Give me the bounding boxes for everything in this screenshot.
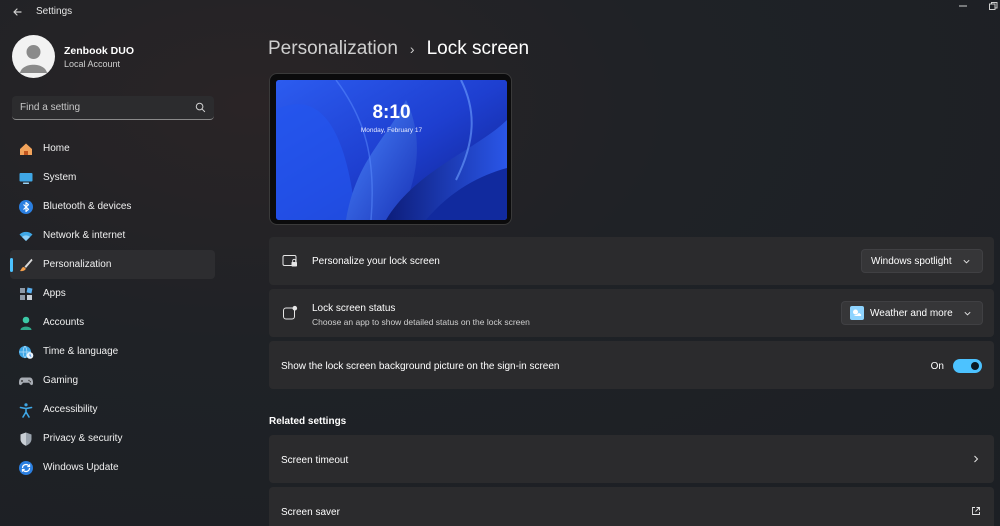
dropdown-value: Windows spotlight <box>871 255 952 267</box>
sidebar-item-accounts[interactable]: Accounts <box>10 308 215 337</box>
user-profile[interactable]: Zenbook DUO Local Account <box>12 35 242 81</box>
globe-clock-icon <box>18 344 34 360</box>
sidebar-item-gaming[interactable]: Gaming <box>10 366 215 395</box>
sidebar-item-bluetooth[interactable]: Bluetooth & devices <box>10 192 215 221</box>
search-placeholder: Find a setting <box>20 102 81 113</box>
app-title: Settings <box>36 6 73 17</box>
sidebar-item-windows-update[interactable]: Windows Update <box>10 453 215 482</box>
avatar <box>12 35 55 78</box>
dropdown-value: Weather and more <box>870 307 953 319</box>
sidebar-item-label: Time & language <box>43 346 119 357</box>
profile-name: Zenbook DUO <box>64 45 134 57</box>
chevron-down-icon <box>963 259 970 263</box>
wifi-icon <box>18 228 34 244</box>
gamepad-icon <box>18 373 34 389</box>
restore-icon[interactable] <box>988 1 998 11</box>
toggle-knob <box>971 362 979 370</box>
preview-wallpaper: 8:10 Monday, February 17 <box>276 80 507 220</box>
sidebar-item-accessibility[interactable]: Accessibility <box>10 395 215 424</box>
lock-screen-icon <box>282 255 297 267</box>
sidebar-item-network[interactable]: Network & internet <box>10 221 215 250</box>
sidebar-item-label: System <box>43 172 77 183</box>
minimize-icon[interactable] <box>958 1 968 11</box>
signin-background-card: Show the lock screen background picture … <box>269 341 994 389</box>
screen-saver-label: Screen saver <box>281 507 340 518</box>
sidebar-item-label: Gaming <box>43 375 79 386</box>
screen-timeout-link[interactable]: Screen timeout <box>269 435 994 483</box>
sidebar-item-privacy[interactable]: Privacy & security <box>10 424 215 453</box>
home-icon <box>18 141 34 157</box>
back-arrow-icon[interactable] <box>10 4 26 20</box>
screen-saver-link[interactable]: Screen saver <box>269 487 994 526</box>
status-badge-icon <box>283 305 298 320</box>
title-bar: Settings <box>0 0 1000 24</box>
status-title: Lock screen status <box>312 303 396 314</box>
system-icon <box>18 170 34 186</box>
chevron-right-icon <box>974 455 979 463</box>
search-input[interactable]: Find a setting <box>12 96 214 120</box>
sidebar-item-label: Network & internet <box>43 230 126 241</box>
apps-icon <box>18 286 34 302</box>
sidebar-item-label: Accessibility <box>43 404 98 415</box>
sidebar-item-home[interactable]: Home <box>10 134 215 163</box>
accounts-icon <box>18 315 34 331</box>
sidebar-item-label: Personalization <box>43 259 112 270</box>
shield-icon <box>18 431 34 447</box>
breadcrumb: Personalization › Lock screen <box>268 36 529 62</box>
sidebar-item-label: Accounts <box>43 317 85 328</box>
status-app-dropdown[interactable]: Weather and more <box>841 301 983 325</box>
sidebar-item-personalization[interactable]: Personalization <box>10 250 215 279</box>
personalize-title: Personalize your lock screen <box>312 256 440 267</box>
bloom-wallpaper-image <box>276 80 507 220</box>
sidebar-item-apps[interactable]: Apps <box>10 279 215 308</box>
account-type: Local Account <box>64 59 121 69</box>
sidebar-item-label: Bluetooth & devices <box>43 201 132 212</box>
active-indicator <box>10 258 13 272</box>
open-external-icon <box>972 507 980 515</box>
sidebar-item-system[interactable]: System <box>10 163 215 192</box>
related-settings-heading: Related settings <box>269 416 347 427</box>
sidebar-item-label: Apps <box>43 288 66 299</box>
sidebar-item-time-language[interactable]: Time & language <box>10 337 215 366</box>
weather-icon <box>850 306 864 320</box>
breadcrumb-parent[interactable]: Personalization <box>268 38 398 60</box>
background-type-dropdown[interactable]: Windows spotlight <box>861 249 983 273</box>
sidebar-item-label: Windows Update <box>43 462 119 473</box>
status-description: Choose an app to show detailed status on… <box>312 317 530 327</box>
breadcrumb-separator: › <box>409 41 415 57</box>
signin-background-toggle[interactable] <box>953 359 982 373</box>
preview-clock: 8:10 <box>372 102 411 123</box>
bluetooth-icon <box>18 199 34 215</box>
toggle-state-label: On <box>930 361 944 372</box>
user-avatar-icon <box>20 45 47 73</box>
accessibility-icon <box>18 402 34 418</box>
signin-background-title: Show the lock screen background picture … <box>281 361 560 372</box>
sidebar-nav: Home System Bluetooth & devices Network … <box>10 134 215 482</box>
chevron-down-icon <box>964 311 971 315</box>
brush-icon <box>18 257 34 273</box>
personalize-lock-screen-card: Personalize your lock screen Windows spo… <box>269 237 994 285</box>
search-icon[interactable] <box>195 102 206 113</box>
update-icon <box>18 460 34 476</box>
page-title: Lock screen <box>426 38 530 59</box>
sidebar-item-label: Privacy & security <box>43 433 123 444</box>
lock-screen-status-card: Lock screen status Choose an app to show… <box>269 289 994 337</box>
lock-screen-preview: 8:10 Monday, February 17 <box>269 73 512 225</box>
preview-date: Monday, February 17 <box>360 127 423 134</box>
sidebar-item-label: Home <box>43 143 70 154</box>
screen-timeout-label: Screen timeout <box>281 455 349 466</box>
